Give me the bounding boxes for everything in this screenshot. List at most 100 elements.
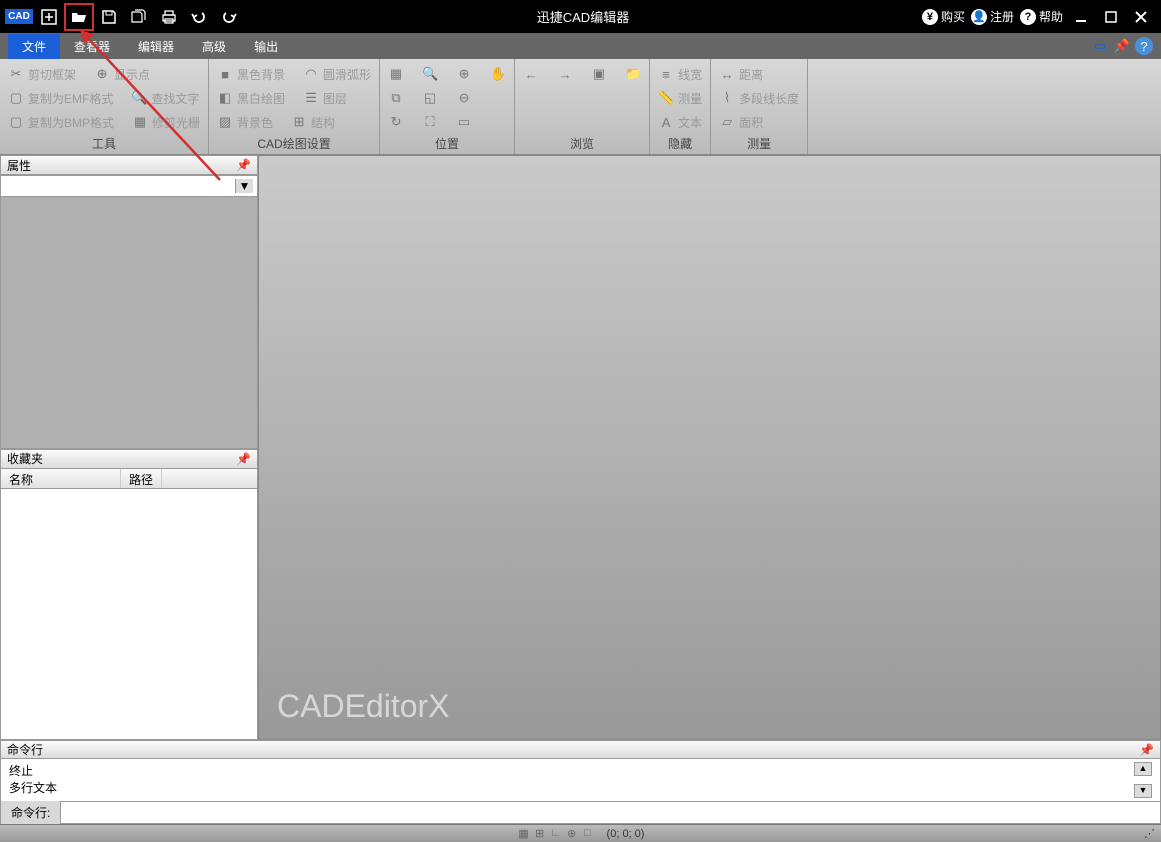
find-text-button[interactable]: 🔍查找文字 bbox=[129, 87, 201, 109]
resize-grip-icon[interactable]: ⋰ bbox=[1144, 827, 1155, 840]
help-button[interactable]: ?帮助 bbox=[1020, 8, 1063, 25]
tab-viewer[interactable]: 查看器 bbox=[60, 34, 124, 59]
fav-col-path[interactable]: 路径 bbox=[121, 469, 162, 488]
line-icon: ≡ bbox=[658, 66, 674, 82]
extent-icon: ⛶ bbox=[422, 114, 438, 130]
minimize-button[interactable] bbox=[1069, 5, 1093, 29]
nav-window-button[interactable]: ▣ bbox=[589, 63, 609, 85]
grid-icon: ▦ bbox=[388, 66, 404, 82]
palette-icon: ▨ bbox=[217, 114, 233, 130]
nav-left-button[interactable]: ← bbox=[521, 63, 541, 85]
layers-button[interactable]: ☰图层 bbox=[301, 87, 349, 109]
hand-icon: ✋ bbox=[490, 66, 506, 82]
ribbon-group-position: ▦ 🔍 ⊕ ✋ ⧉ ◱ ⊖ ↻ ⛶ ▭ 位置 bbox=[380, 59, 515, 154]
close-button[interactable] bbox=[1129, 5, 1153, 29]
cmd-line-2: 多行文本 bbox=[9, 779, 1134, 796]
grid-status-icon[interactable]: ⊞ bbox=[533, 827, 547, 840]
properties-pin-icon[interactable]: 📌 bbox=[236, 158, 251, 172]
cmd-scrollbar[interactable]: ▲ ▼ bbox=[1134, 762, 1152, 798]
tab-editor[interactable]: 编辑器 bbox=[124, 34, 188, 59]
favorites-columns: 名称 路径 bbox=[0, 469, 258, 489]
tab-advanced[interactable]: 高级 bbox=[188, 34, 240, 59]
cad-app-icon[interactable]: CAD bbox=[4, 3, 34, 31]
polyline-icon: ⌇ bbox=[719, 90, 735, 106]
ribbon-label-hide: 隐藏 bbox=[656, 133, 704, 154]
copy-emf-button[interactable]: ▢复制为EMF格式 bbox=[6, 87, 115, 109]
bw-draw-button[interactable]: ◧黑白绘图 bbox=[215, 87, 287, 109]
pos-btn-5[interactable]: ⧉ bbox=[386, 87, 406, 109]
canvas-watermark: CADEditorX bbox=[277, 688, 450, 725]
crop-icon: ▦ bbox=[132, 114, 148, 130]
ribbon-help-icon[interactable]: ? bbox=[1135, 37, 1153, 55]
command-pin-icon[interactable]: 📌 bbox=[1139, 743, 1154, 757]
pos-btn-7[interactable]: ⊖ bbox=[454, 87, 474, 109]
linewidth-button[interactable]: ≡线宽 bbox=[656, 63, 704, 85]
area-button[interactable]: ▱面积 bbox=[717, 111, 801, 133]
tab-file[interactable]: 文件 bbox=[8, 34, 60, 59]
nav-right-button[interactable]: → bbox=[555, 63, 575, 85]
scroll-down-icon[interactable]: ▼ bbox=[1134, 784, 1152, 798]
snap-icon[interactable]: ▦ bbox=[517, 827, 531, 840]
tab-output[interactable]: 输出 bbox=[240, 34, 292, 59]
black-square-icon: ■ bbox=[217, 66, 233, 82]
ribbon-label-browse: 浏览 bbox=[521, 133, 643, 154]
smooth-arc-button[interactable]: ◠圆滑弧形 bbox=[301, 63, 373, 85]
print-button[interactable] bbox=[154, 3, 184, 31]
trim-raster-button[interactable]: ▦修剪光栅 bbox=[130, 111, 202, 133]
register-button[interactable]: 👤注册 bbox=[971, 8, 1014, 25]
pos-btn-10[interactable]: ▭ bbox=[454, 111, 474, 133]
black-bg-button[interactable]: ■黑色背景 bbox=[215, 63, 287, 85]
pos-btn-4[interactable]: ✋ bbox=[488, 63, 508, 85]
scroll-up-icon[interactable]: ▲ bbox=[1134, 762, 1152, 776]
open-file-button[interactable] bbox=[64, 3, 94, 31]
properties-selector[interactable]: ▼ bbox=[0, 175, 258, 197]
copy-bmp-button[interactable]: ▢复制为BMP格式 bbox=[6, 111, 116, 133]
text-toggle-button[interactable]: A文本 bbox=[656, 111, 704, 133]
save-button[interactable] bbox=[94, 3, 124, 31]
new-file-button[interactable] bbox=[34, 3, 64, 31]
bg-color-button[interactable]: ▨背景色 bbox=[215, 111, 275, 133]
drawing-canvas[interactable]: CADEditorX bbox=[258, 155, 1161, 740]
pos-btn-3[interactable]: ⊕ bbox=[454, 63, 474, 85]
pin-icon[interactable]: 📌 bbox=[1113, 37, 1131, 55]
fav-col-name[interactable]: 名称 bbox=[1, 469, 121, 488]
ribbon-label-cad: CAD绘图设置 bbox=[215, 133, 373, 154]
emf-icon: ▢ bbox=[8, 90, 24, 106]
polylen-button[interactable]: ⌇多段线长度 bbox=[717, 87, 801, 109]
command-input-row: 命令行: bbox=[1, 801, 1160, 823]
pos-btn-9[interactable]: ⛶ bbox=[420, 111, 440, 133]
undo-button[interactable] bbox=[184, 3, 214, 31]
properties-title: 属性 bbox=[7, 157, 31, 174]
pos-btn-1[interactable]: ▦ bbox=[386, 63, 406, 85]
structure-button[interactable]: ⊞结构 bbox=[289, 111, 337, 133]
buy-button[interactable]: ¥购买 bbox=[922, 8, 965, 25]
maximize-button[interactable] bbox=[1099, 5, 1123, 29]
ortho-icon[interactable]: ∟ bbox=[549, 827, 563, 840]
zoom-minus-icon: ⊖ bbox=[456, 90, 472, 106]
ribbon-group-browse: ← → ▣ 📁 浏览 bbox=[515, 59, 650, 154]
cut-frame-button[interactable]: ✂剪切框架 bbox=[6, 63, 78, 85]
show-point-button[interactable]: ⊕显示点 bbox=[92, 63, 152, 85]
workspace-icon[interactable]: ▭ bbox=[1091, 37, 1109, 55]
command-input[interactable] bbox=[61, 802, 1160, 823]
ribbon-group-measure: ↔距离 ⌇多段线长度 ▱面积 测量 bbox=[711, 59, 808, 154]
folder-icon: 📁 bbox=[625, 66, 641, 82]
ribbon-group-tools: ✂剪切框架 ⊕显示点 ▢复制为EMF格式 🔍查找文字 ▢复制为BMP格式 ▦修剪… bbox=[0, 59, 209, 154]
save-all-button[interactable] bbox=[124, 3, 154, 31]
arrow-left-icon: ← bbox=[523, 66, 539, 82]
distance-button[interactable]: ↔距离 bbox=[717, 63, 801, 85]
title-bar: CAD 迅捷CAD编辑器 ¥购买 👤注册 ?帮助 bbox=[0, 0, 1161, 33]
redo-button[interactable] bbox=[214, 3, 244, 31]
measure-toggle-button[interactable]: 📏测量 bbox=[656, 87, 704, 109]
osnap-icon[interactable]: □ bbox=[581, 827, 595, 840]
search-icon: 🔍 bbox=[131, 90, 147, 106]
pos-btn-2[interactable]: 🔍 bbox=[420, 63, 440, 85]
pos-btn-6[interactable]: ◱ bbox=[420, 87, 440, 109]
pos-btn-8[interactable]: ↻ bbox=[386, 111, 406, 133]
favorites-pin-icon[interactable]: 📌 bbox=[236, 452, 251, 466]
polar-icon[interactable]: ⊕ bbox=[565, 827, 579, 840]
nav-open-button[interactable]: 📁 bbox=[623, 63, 643, 85]
command-panel-header: 命令行 📌 bbox=[1, 741, 1160, 759]
ribbon-group-cad: ■黑色背景 ◠圆滑弧形 ◧黑白绘图 ☰图层 ▨背景色 ⊞结构 CAD绘图设置 bbox=[209, 59, 380, 154]
dropdown-icon[interactable]: ▼ bbox=[235, 179, 253, 193]
